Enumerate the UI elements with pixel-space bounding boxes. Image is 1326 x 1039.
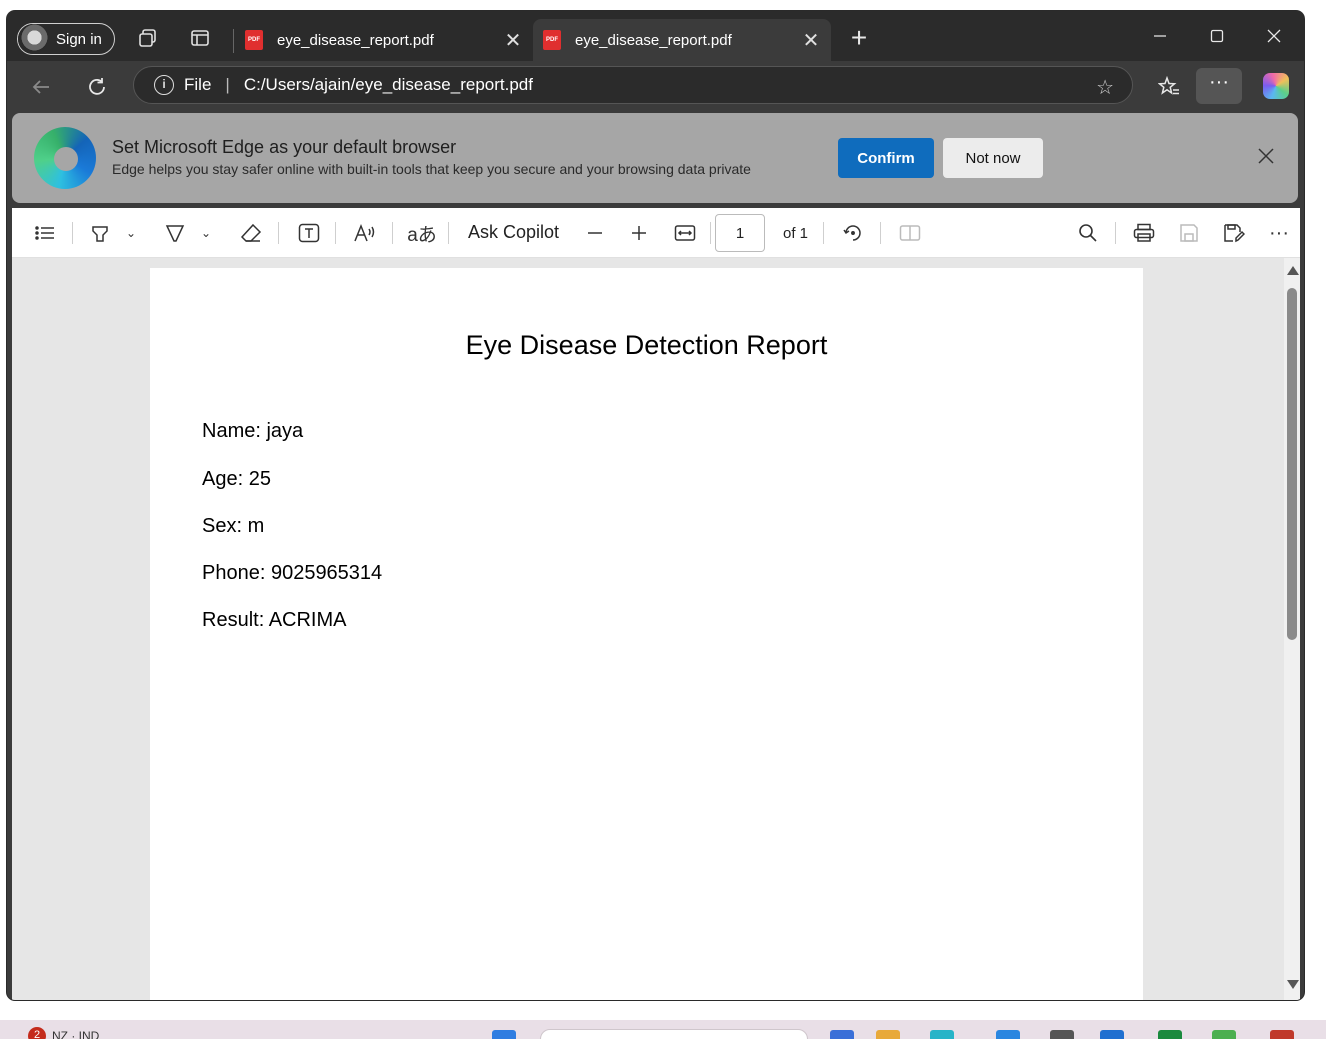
toolbar-separator	[392, 222, 393, 244]
page-total: of 1	[783, 225, 809, 242]
copilot-icon[interactable]	[1263, 73, 1289, 99]
sign-in-label: Sign in	[56, 30, 102, 48]
taskbar-app-icon[interactable]	[830, 1030, 854, 1039]
search-icon[interactable]	[1075, 220, 1101, 246]
favorite-star-icon[interactable]: ☆	[1096, 75, 1114, 100]
taskbar-app-icon[interactable]	[1212, 1030, 1236, 1039]
taskbar-app-icon[interactable]	[1158, 1030, 1182, 1039]
taskbar-weather: NZ · IND	[52, 1029, 100, 1039]
page-number-input[interactable]: 1	[715, 214, 765, 252]
sign-in-button[interactable]: Sign in	[17, 23, 115, 55]
avatar	[18, 24, 48, 54]
table-of-contents-icon[interactable]	[32, 220, 58, 246]
print-icon[interactable]	[1131, 220, 1157, 246]
document-title: Eye Disease Detection Report	[465, 330, 828, 360]
text-box-icon[interactable]	[296, 220, 322, 246]
default-browser-banner: Set Microsoft Edge as your default brows…	[12, 113, 1298, 203]
banner-close-icon[interactable]	[1254, 144, 1278, 168]
taskbar-search-input[interactable]	[540, 1029, 808, 1039]
close-icon[interactable]: ✕	[499, 28, 527, 53]
minimize-icon[interactable]	[1140, 21, 1180, 51]
pdf-icon: PDF	[543, 30, 561, 50]
not-now-button[interactable]: Not now	[943, 138, 1043, 178]
scroll-up-arrow-icon[interactable]	[1287, 266, 1299, 275]
toolbar-separator	[448, 222, 449, 244]
highlight-icon[interactable]	[87, 220, 113, 246]
url-text[interactable]: C:/Users/ajain/eye_disease_report.pdf	[244, 75, 533, 95]
tab-eye-disease-report-2[interactable]: PDF eye_disease_report.pdf ✕	[533, 19, 831, 61]
tab-title: eye_disease_report.pdf	[277, 31, 434, 49]
more-options-icon[interactable]: ···	[1266, 220, 1292, 246]
banner-title: Set Microsoft Edge as your default brows…	[112, 137, 457, 157]
settings-more-button[interactable]: ···	[1196, 68, 1242, 104]
pdf-viewer: Eye Disease Detection Report Name: jaya …	[12, 258, 1300, 1000]
pdf-toolbar: ⌄ ⌄ aあ Ask Copilot 1 of 1 ···	[12, 208, 1300, 258]
navigation-bar: i File | C:/Users/ajain/eye_disease_repo…	[7, 61, 1304, 111]
zoom-in-icon[interactable]	[626, 220, 652, 246]
close-icon[interactable]: ✕	[797, 28, 825, 53]
field-name: Name: jaya	[202, 420, 304, 442]
taskbar: 2 NZ · IND	[0, 1020, 1326, 1039]
new-tab-button[interactable]: +	[845, 24, 873, 53]
chevron-down-icon[interactable]: ⌄	[193, 220, 219, 246]
field-result: Result: ACRIMA	[202, 609, 347, 631]
browser-window: Sign in PDF eye_disease_report.pdf ✕ PDF…	[7, 11, 1304, 1000]
url-divider: |	[225, 75, 230, 94]
field-sex: Sex: m	[202, 515, 265, 537]
window-close-icon[interactable]	[1254, 21, 1294, 51]
maximize-icon[interactable]	[1197, 21, 1237, 51]
fit-to-width-icon[interactable]	[672, 220, 698, 246]
chevron-down-icon[interactable]: ⌄	[118, 220, 144, 246]
eraser-icon[interactable]	[238, 220, 264, 246]
rotate-icon[interactable]	[840, 220, 866, 246]
save-icon[interactable]	[1176, 220, 1202, 246]
confirm-button[interactable]: Confirm	[838, 138, 934, 178]
notification-badge: 2	[28, 1027, 46, 1039]
toolbar-separator	[278, 222, 279, 244]
vertical-scrollbar[interactable]	[1284, 258, 1300, 1000]
pdf-icon: PDF	[245, 30, 263, 50]
start-icon[interactable]	[492, 1030, 516, 1039]
favorites-icon[interactable]	[1155, 73, 1183, 101]
taskbar-app-icon[interactable]	[996, 1030, 1020, 1039]
pdf-page: Eye Disease Detection Report Name: jaya …	[150, 268, 1143, 1000]
tab-separator	[233, 29, 234, 53]
taskbar-app-icon[interactable]	[1050, 1030, 1074, 1039]
tab-title: eye_disease_report.pdf	[575, 31, 732, 49]
toolbar-separator	[1115, 222, 1116, 244]
zoom-out-icon[interactable]	[582, 220, 608, 246]
taskbar-app-icon[interactable]	[1100, 1030, 1124, 1039]
toolbar-separator	[823, 222, 824, 244]
field-age: Age: 25	[202, 468, 271, 490]
banner-subtitle: Edge helps you stay safer online with bu…	[112, 161, 751, 177]
save-as-icon[interactable]	[1221, 220, 1247, 246]
scroll-down-arrow-icon[interactable]	[1287, 980, 1299, 989]
toolbar-separator	[880, 222, 881, 244]
info-icon[interactable]: i	[154, 75, 174, 95]
workspaces-icon[interactable]	[135, 25, 161, 51]
tab-eye-disease-report-1[interactable]: PDF eye_disease_report.pdf ✕	[235, 19, 533, 61]
ask-copilot-button[interactable]: Ask Copilot	[468, 222, 559, 243]
tab-strip: Sign in PDF eye_disease_report.pdf ✕ PDF…	[7, 11, 1304, 61]
back-arrow-icon[interactable]	[27, 73, 55, 101]
taskbar-app-icon[interactable]	[876, 1030, 900, 1039]
address-bar[interactable]: i File | C:/Users/ajain/eye_disease_repo…	[133, 66, 1133, 104]
scroll-thumb[interactable]	[1287, 288, 1297, 640]
edge-logo-icon	[34, 127, 96, 189]
translate-icon[interactable]: aあ	[407, 220, 437, 246]
url-scheme: File	[184, 75, 212, 94]
toolbar-separator	[72, 222, 73, 244]
tab-actions-icon[interactable]	[187, 25, 213, 51]
toolbar-separator	[335, 222, 336, 244]
draw-icon[interactable]	[162, 220, 188, 246]
read-aloud-icon[interactable]	[352, 220, 378, 246]
taskbar-app-icon[interactable]	[930, 1030, 954, 1039]
page-view-icon[interactable]	[897, 220, 923, 246]
toolbar-separator	[710, 222, 711, 244]
field-phone: Phone: 9025965314	[202, 562, 383, 584]
refresh-icon[interactable]	[83, 73, 111, 101]
taskbar-app-icon[interactable]	[1270, 1030, 1294, 1039]
